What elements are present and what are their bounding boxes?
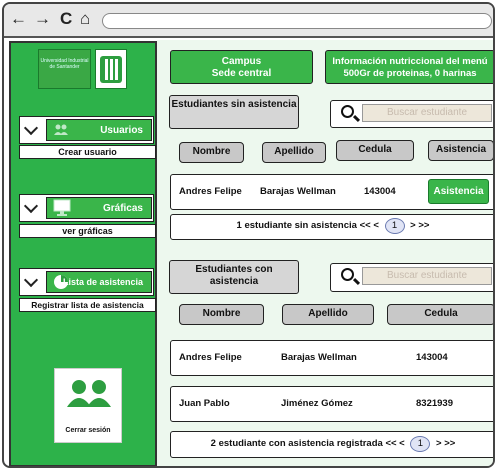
chevron-down-icon[interactable] [23, 272, 39, 288]
present-col-apellido[interactable]: Apellido [282, 304, 374, 325]
table-row: Juan Pablo Jiménez Gómez 8321939 [170, 386, 493, 422]
logout-label: Cerrar sesión [65, 427, 111, 434]
campus-card: Campus Sede central [170, 50, 313, 84]
present-pager-text: 2 estudiante con asistencia registrada [210, 438, 383, 449]
create-user-link[interactable]: Crear usuario [19, 145, 156, 159]
row-nombre: Andres Felipe [179, 352, 242, 363]
users-icon [67, 380, 111, 407]
campus-value: Sede central [211, 68, 272, 79]
menu-asistencia-header[interactable]: Lista de asistencia [46, 271, 152, 293]
chevron-down-icon[interactable] [23, 120, 39, 136]
pager-page-number[interactable]: 1 [384, 218, 405, 234]
menu-info-value: 500Gr de proteinas, 0 harinas [343, 68, 477, 79]
present-section-title: Estudiantes con asistencia [169, 260, 299, 294]
main-content: Campus Sede central Información nutricci… [157, 40, 493, 466]
address-bar[interactable] [102, 13, 492, 29]
absent-section-title: Estudiantes sin asistencia [169, 95, 299, 129]
absent-col-nombre[interactable]: Nombre [179, 142, 244, 163]
present-col-cedula[interactable]: Cedula [387, 304, 493, 325]
forward-arrow-icon[interactable]: → [34, 9, 51, 29]
present-search-input[interactable]: Buscar estudiante [362, 267, 492, 285]
table-row: Andres Felipe Barajas Wellman 143004 Asi… [170, 174, 493, 210]
university-logo: Universidad Industrial de Santander [38, 49, 91, 89]
menu-asistencia[interactable]: Lista de asistencia [19, 268, 154, 296]
menu-graficas-label: Gráficas [102, 203, 143, 214]
home-icon[interactable]: ⌂ [80, 9, 90, 29]
present-search-box[interactable]: Buscar estudiante [330, 263, 493, 292]
pager-next[interactable]: > >> [410, 220, 429, 231]
menu-usuarios-label: Usuarios [100, 125, 143, 136]
browser-window: ← → C ⌂ Universidad Industrial de Santan… [2, 2, 495, 468]
menu-usuarios[interactable]: Usuarios [19, 116, 154, 144]
present-col-nombre[interactable]: Nombre [179, 304, 264, 325]
search-icon[interactable] [341, 268, 354, 281]
row-cedula: 143004 [416, 352, 448, 363]
row-apellido: Barajas Wellman [260, 186, 336, 197]
campus-title: Campus [221, 56, 262, 67]
absent-pager-text: 1 estudiante sin asistencia [236, 220, 357, 231]
view-charts-link[interactable]: ver gráficas [19, 224, 156, 238]
present-pagination: 2 estudiante con asistencia registrada <… [170, 431, 493, 458]
reload-icon[interactable]: C [60, 9, 72, 29]
absent-col-cedula[interactable]: Cedula [336, 140, 414, 161]
absent-search-box[interactable]: Buscar estudiante [330, 100, 493, 128]
menu-info-title: Información nutriccional del menú [332, 56, 488, 67]
table-row: Andres Felipe Barajas Wellman 143004 [170, 340, 493, 376]
search-icon[interactable] [341, 105, 354, 118]
uis-logo [95, 49, 127, 89]
chevron-down-icon[interactable] [23, 198, 39, 214]
row-cedula: 143004 [364, 186, 396, 197]
menu-graficas-header[interactable]: Gráficas [46, 197, 152, 219]
menu-asistencia-label: Lista de asistencia [62, 277, 143, 287]
menu-graficas[interactable]: Gráficas [19, 194, 154, 222]
sidebar: Universidad Industrial de Santander Usua… [9, 41, 157, 466]
browser-toolbar: ← → C ⌂ [4, 4, 493, 38]
row-apellido: Barajas Wellman [281, 352, 357, 363]
menu-usuarios-header[interactable]: Usuarios [46, 119, 152, 141]
users-icon [54, 124, 68, 135]
pager-prev[interactable]: << < [360, 220, 379, 231]
back-arrow-icon[interactable]: ← [10, 9, 27, 29]
pager-prev[interactable]: << < [385, 438, 404, 449]
register-attendance-link[interactable]: Registrar lista de asistencia [19, 298, 156, 312]
row-apellido: Jiménez Gómez [281, 398, 353, 409]
row-nombre: Juan Pablo [179, 398, 230, 409]
mark-attendance-button[interactable]: Asistencia [428, 179, 489, 204]
absent-col-asistencia[interactable]: Asistencia [428, 140, 493, 161]
pager-page-number[interactable]: 1 [410, 436, 431, 452]
absent-search-input[interactable]: Buscar estudiante [362, 104, 492, 122]
pager-next[interactable]: > >> [436, 438, 455, 449]
menu-info-card: Información nutriccional del menú 500Gr … [325, 50, 493, 84]
monitor-icon [53, 199, 71, 216]
row-cedula: 8321939 [416, 398, 453, 409]
logout-button[interactable]: Cerrar sesión [54, 368, 122, 443]
row-nombre: Andres Felipe [179, 186, 242, 197]
absent-col-apellido[interactable]: Apellido [262, 142, 326, 163]
absent-pagination: 1 estudiante sin asistencia << < 1 > >> [170, 214, 493, 240]
